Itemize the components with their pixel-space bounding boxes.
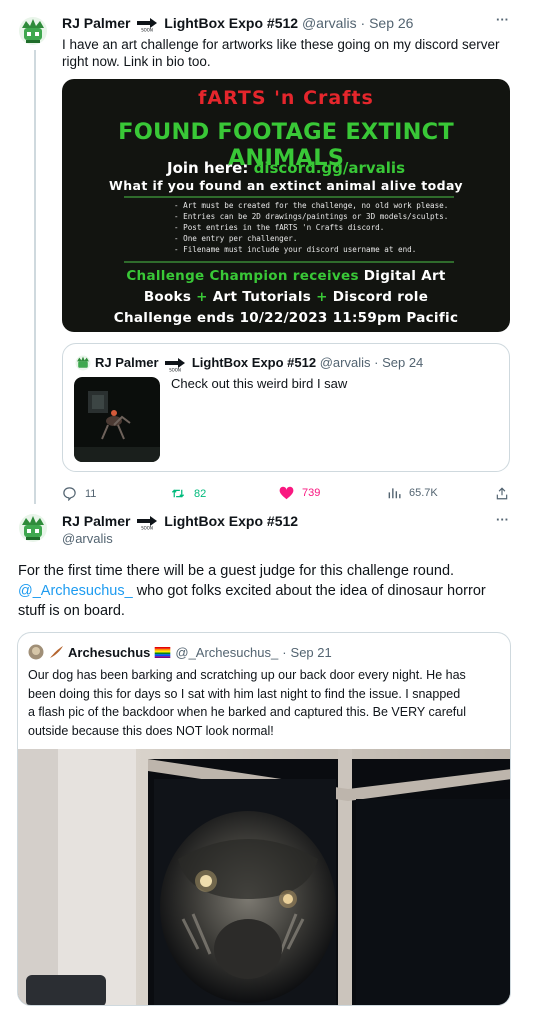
avatar-plant-icon: [75, 355, 91, 371]
poster-plus: +: [316, 289, 328, 305]
poster-divider: [124, 196, 454, 198]
author-handle[interactable]: @arvalis: [62, 531, 113, 546]
tweet-text-line: outside because this does NOT look norma…: [28, 723, 274, 738]
quoted-tweet[interactable]: Archesuchus @_Archesuchus_ · Sep 21 Our …: [17, 632, 511, 1006]
tweet-text-line: Our dog has been barking and scratching …: [28, 668, 466, 682]
author-handle: @arvalis: [319, 355, 371, 370]
tweet-2-header: RJ Palmer SOON LightBox Expo #512: [62, 513, 298, 530]
avatar-plant-icon[interactable]: [18, 513, 48, 543]
retweet-button[interactable]: 82: [170, 486, 206, 501]
feather-icon: [50, 646, 63, 658]
tweet-text-line: right now. Link in bio too.: [62, 54, 211, 69]
poster-prize-line-1: Challenge Champion receives Digital Art: [62, 268, 510, 284]
svg-text:SOON: SOON: [169, 367, 181, 372]
tweet-1-text: I have an art challenge for artworks lik…: [62, 36, 499, 70]
poster-rule: - Post entries in the fARTS 'n Crafts di…: [174, 223, 385, 232]
poster-brand-title: fARTS 'n Crafts: [198, 87, 374, 109]
views-icon: [388, 488, 401, 499]
poster-prize-text: Art Tutorials: [207, 289, 317, 305]
soon-arrow-icon: SOON: [137, 18, 158, 33]
poster-question: What if you found an extinct animal aliv…: [109, 178, 463, 193]
poster-rule: - Art must be created for the challenge,…: [174, 201, 449, 210]
more-icon[interactable]: ···: [496, 12, 509, 27]
separator-dot: ·: [282, 644, 287, 660]
more-icon[interactable]: ···: [496, 512, 509, 527]
like-button[interactable]: 739: [279, 486, 320, 500]
avatar-plant-icon[interactable]: [18, 16, 48, 46]
reply-icon: [63, 487, 76, 501]
author-handle[interactable]: @arvalis: [302, 15, 357, 31]
tweet-text-line: For the first time there will be a guest…: [18, 563, 455, 579]
tweet-text-line: I have an art challenge for artworks lik…: [62, 37, 500, 52]
poster-prize-line-2: Books + Art Tutorials + Discord role: [62, 289, 510, 305]
author-name-suffix[interactable]: LightBox Expo #512: [164, 15, 298, 31]
poster-rule: - Filename must include your discord use…: [174, 245, 417, 254]
author-name: Archesuchus: [68, 644, 151, 660]
share-icon: [496, 487, 508, 500]
tweet-text-fragment: who got folks excited about the idea of …: [132, 583, 486, 599]
heart-icon: [279, 486, 294, 500]
thread-line: [34, 50, 36, 504]
share-button[interactable]: [495, 486, 509, 501]
tweet-date[interactable]: Sep 26: [369, 15, 413, 31]
poster-join-link: discord.gg/arvalis: [253, 159, 405, 177]
poster-prize-green: Challenge Champion receives: [126, 268, 359, 284]
tweet-date: Sep 24: [382, 355, 424, 370]
tweet-2-text: For the first time there will be a guest…: [18, 561, 518, 621]
poster-join-prefix: Join here:: [167, 159, 254, 177]
avatar: [28, 644, 44, 660]
backdoor-creature-photo[interactable]: [18, 749, 511, 1006]
author-name[interactable]: RJ Palmer: [62, 513, 130, 529]
separator-dot: ·: [360, 15, 366, 31]
quoted-tweet-header: Archesuchus @_Archesuchus_ · Sep 21: [28, 644, 332, 660]
poster-deadline: Challenge ends 10/22/2023 11:59pm Pacifi…: [113, 310, 459, 326]
poster-divider: [124, 261, 454, 263]
poster-join: Join here: discord.gg/arvalis: [62, 159, 510, 177]
poster-plus: +: [196, 289, 208, 305]
author-name-suffix: LightBox Expo #512: [191, 355, 317, 370]
reply-button[interactable]: 11: [62, 486, 96, 501]
svg-text:SOON: SOON: [141, 526, 153, 531]
quoted-tweet-text: Check out this weird bird I saw: [171, 376, 348, 391]
poster-rule: - Entries can be 2D drawings/paintings o…: [174, 212, 449, 221]
author-name: RJ Palmer: [95, 355, 159, 370]
tweet-1-header: RJ Palmer SOON LightBox Expo #512 @arval…: [62, 15, 413, 32]
poster-prize-text: Discord role: [327, 289, 429, 305]
soon-arrow-icon: SOON: [137, 516, 158, 531]
challenge-poster-image[interactable]: fARTS 'n Crafts FOUND FOOTAGE EXTINCT AN…: [62, 79, 510, 332]
tweet-text-line: been doing this for days so I sat with h…: [28, 686, 461, 701]
author-name-suffix[interactable]: LightBox Expo #512: [164, 513, 298, 529]
reply-count: 11: [85, 487, 97, 500]
quoted-tweet-header: RJ Palmer SOON LightBox Expo #512 @arval…: [95, 355, 423, 372]
tweet-text-line: stuff is on board.: [18, 603, 125, 619]
poster-rule: - One entry per challenger.: [174, 234, 298, 243]
weird-bird-photo[interactable]: [74, 377, 160, 462]
svg-text:SOON: SOON: [141, 28, 153, 33]
retweet-icon: [171, 489, 185, 498]
tweet-text-line: @_Archesuchus_ who got folks excited abo…: [18, 581, 518, 601]
quoted-tweet[interactable]: RJ Palmer SOON LightBox Expo #512 @arval…: [62, 343, 510, 472]
soon-arrow-icon: SOON: [165, 357, 186, 372]
poster-prize-text: Books: [143, 289, 197, 305]
tweet-date: Sep 21: [290, 644, 332, 660]
quoted-tweet-text: Our dog has been barking and scratching …: [28, 666, 466, 740]
like-count: 739: [302, 487, 321, 499]
tweet-text-line: a flash pic of the backdoor when he bark…: [28, 705, 467, 719]
views-button[interactable]: 65.7K: [387, 486, 438, 500]
views-count: 65.7K: [409, 487, 438, 499]
pride-flag-icon: [155, 646, 171, 658]
retweet-count: 82: [194, 487, 207, 500]
poster-prize-white: Digital Art: [358, 268, 446, 284]
author-handle: @_Archesuchus_: [175, 644, 279, 660]
mention-link[interactable]: @_Archesuchus_: [18, 583, 133, 599]
author-name[interactable]: RJ Palmer: [62, 15, 130, 31]
separator-dot: ·: [374, 355, 379, 370]
